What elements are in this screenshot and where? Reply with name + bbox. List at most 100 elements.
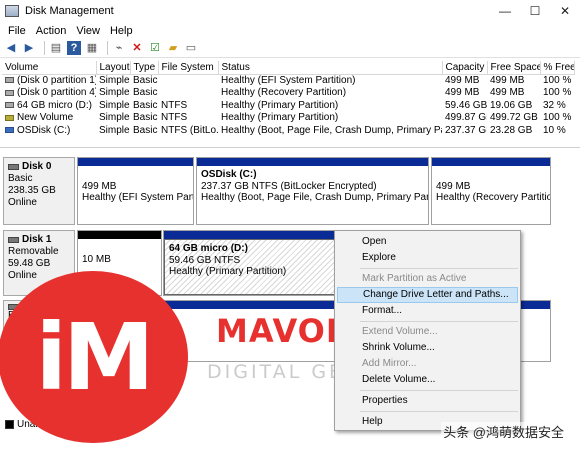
column-header-type[interactable]: Type: [130, 61, 159, 75]
table-row[interactable]: New Volume Simple Basic NTFS Healthy (Pr…: [2, 112, 574, 125]
menu-file[interactable]: File: [3, 25, 31, 37]
column-header-status[interactable]: Status: [218, 61, 443, 75]
watermark-logo-text: iM: [35, 303, 154, 411]
properties-icon[interactable]: ▦: [85, 41, 99, 55]
partition-status: Healthy (Recovery Partition): [436, 192, 551, 203]
partition-title: [436, 169, 546, 181]
toolbar: ◀ ▶ ▤ ? ▦ ⌁ ✕ ☑ ▰ ▭: [0, 39, 580, 58]
volume-pct-free: 100 %: [543, 75, 572, 86]
menu-view[interactable]: View: [71, 25, 105, 37]
back-icon[interactable]: ◀: [4, 41, 18, 55]
disk-size: 238.35 GB: [8, 185, 56, 196]
volume-fs: NTFS (BitLo...: [161, 124, 218, 136]
list-icon[interactable]: ▤: [49, 41, 63, 55]
menu-item-shrink-volume[interactable]: Shrink Volume...: [337, 340, 518, 356]
table-row[interactable]: 64 GB micro (D:) Simple Basic NTFS Healt…: [2, 99, 574, 112]
partition-osdisk[interactable]: OSDisk (C:) 237.37 GB NTFS (BitLocker En…: [196, 157, 429, 225]
volume-name: New Volume: [17, 112, 74, 124]
volume-status: Healthy (EFI System Partition): [221, 75, 356, 86]
volume-free: 499 MB: [490, 87, 525, 99]
partition-recovery[interactable]: 499 MB Healthy (Recovery Partition): [431, 157, 551, 225]
volume-list: Volume Layout Type File System Status Ca…: [2, 61, 575, 137]
volume-list-scrollbar[interactable]: [0, 137, 580, 148]
partition-size: 237.37 GB NTFS (BitLocker Encrypted): [201, 180, 377, 192]
volume-pct-free: 100 %: [543, 87, 572, 99]
disk-0-label[interactable]: Disk 0 Basic 238.35 GB Online: [3, 157, 75, 225]
menu-item-change-drive-letter[interactable]: Change Drive Letter and Paths...: [337, 287, 518, 303]
menu-separator: [360, 321, 518, 322]
volume-name: (Disk 0 partition 4): [17, 87, 96, 99]
connect-icon[interactable]: ⌁: [112, 41, 126, 55]
partition-size: 10 MB: [82, 253, 111, 265]
menu-action[interactable]: Action: [31, 25, 72, 37]
partition-efi[interactable]: 499 MB Healthy (EFI System Partition): [77, 157, 194, 225]
partition-status: Healthy (Boot, Page File, Crash Dump, Pr…: [201, 192, 429, 203]
menu-bar: File Action View Help: [0, 22, 580, 39]
volume-name: OSDisk (C:): [17, 124, 71, 136]
column-header-capacity[interactable]: Capacity: [442, 61, 488, 75]
menu-item-format[interactable]: Format...: [337, 303, 518, 319]
maximize-button[interactable]: ☐: [520, 0, 550, 22]
table-row[interactable]: (Disk 0 partition 1) Simple Basic Health…: [2, 74, 574, 87]
forward-icon[interactable]: ▶: [22, 41, 36, 55]
check-icon[interactable]: ☑: [148, 41, 162, 55]
column-header-layout[interactable]: Layout: [96, 61, 131, 75]
unallocated-swatch: [5, 419, 14, 429]
volume-status: Healthy (Primary Partition): [221, 112, 339, 124]
volume-layout: Simple: [99, 99, 130, 111]
table-row[interactable]: OSDisk (C:) Simple Basic NTFS (BitLo... …: [2, 124, 574, 137]
minimize-button[interactable]: —: [490, 0, 520, 22]
menu-item-open[interactable]: Open: [337, 234, 518, 250]
folder-icon[interactable]: ▰: [166, 41, 180, 55]
volume-capacity: 59.46 GB: [445, 99, 487, 111]
partition-title: [82, 169, 189, 181]
volume-name: 64 GB micro (D:): [17, 99, 93, 111]
volume-type: Basic: [133, 112, 158, 124]
volume-list-header: Volume Layout Type File System Status Ca…: [2, 61, 575, 75]
volume-type: Basic: [133, 75, 158, 86]
volume-capacity: 499 MB: [445, 87, 480, 99]
volume-icon: [5, 102, 14, 109]
volume-status: Healthy (Primary Partition): [221, 99, 339, 111]
volume-layout: Simple: [99, 75, 130, 86]
column-header-volume[interactable]: Volume: [2, 61, 97, 75]
close-button[interactable]: ✕: [550, 0, 580, 22]
watermark-corner-text: 头条 @鸿萌数据安全: [441, 422, 566, 441]
table-row[interactable]: (Disk 0 partition 4) Simple Basic Health…: [2, 87, 574, 100]
disk-management-icon: [5, 5, 19, 17]
volume-icon: [5, 77, 14, 84]
window-title: Disk Management: [25, 5, 114, 17]
menu-item-delete-volume[interactable]: Delete Volume...: [337, 372, 518, 388]
column-header-free-space[interactable]: Free Space: [487, 61, 541, 75]
help-icon[interactable]: ?: [67, 41, 81, 55]
menu-item-mark-active: Mark Partition as Active: [362, 273, 467, 284]
title-bar: Disk Management — ☐ ✕: [0, 0, 580, 22]
volume-capacity: 499 MB: [445, 75, 480, 86]
disk-name: Disk 1: [22, 234, 52, 245]
column-header-file-system[interactable]: File System: [158, 61, 219, 75]
menu-item-explore[interactable]: Explore: [337, 250, 518, 266]
menu-help[interactable]: Help: [105, 25, 138, 37]
partition-title: [82, 242, 157, 254]
partition-title: 64 GB micro (D:): [169, 243, 248, 254]
disk-name: Disk 0: [22, 161, 52, 172]
volume-layout: Simple: [99, 112, 130, 124]
disk-state: Online: [8, 197, 37, 208]
disk-type: Basic: [8, 173, 33, 184]
delete-icon[interactable]: ✕: [130, 41, 144, 55]
disk-size: 59.48 GB: [8, 258, 51, 269]
menu-item-properties[interactable]: Properties: [337, 393, 518, 409]
volume-free: 19.06 GB: [490, 99, 533, 111]
volume-pct-free: 10 %: [543, 124, 566, 136]
volume-type: Basic: [133, 87, 158, 99]
context-menu: Open Explore Mark Partition as Active Ch…: [334, 230, 521, 431]
partition-status: Healthy (EFI System Partition): [82, 192, 193, 203]
menu-separator: [360, 411, 518, 412]
volume-name: (Disk 0 partition 1): [17, 75, 96, 86]
rescan-icon[interactable]: ▭: [184, 41, 198, 55]
menu-item-extend-volume: Extend Volume...: [362, 326, 438, 337]
volume-fs: [158, 74, 218, 87]
volume-icon: [5, 114, 14, 121]
column-header-percent-free[interactable]: % Free: [540, 61, 575, 75]
volume-status: Healthy (Boot, Page File, Crash Dump, Pr…: [221, 124, 442, 136]
